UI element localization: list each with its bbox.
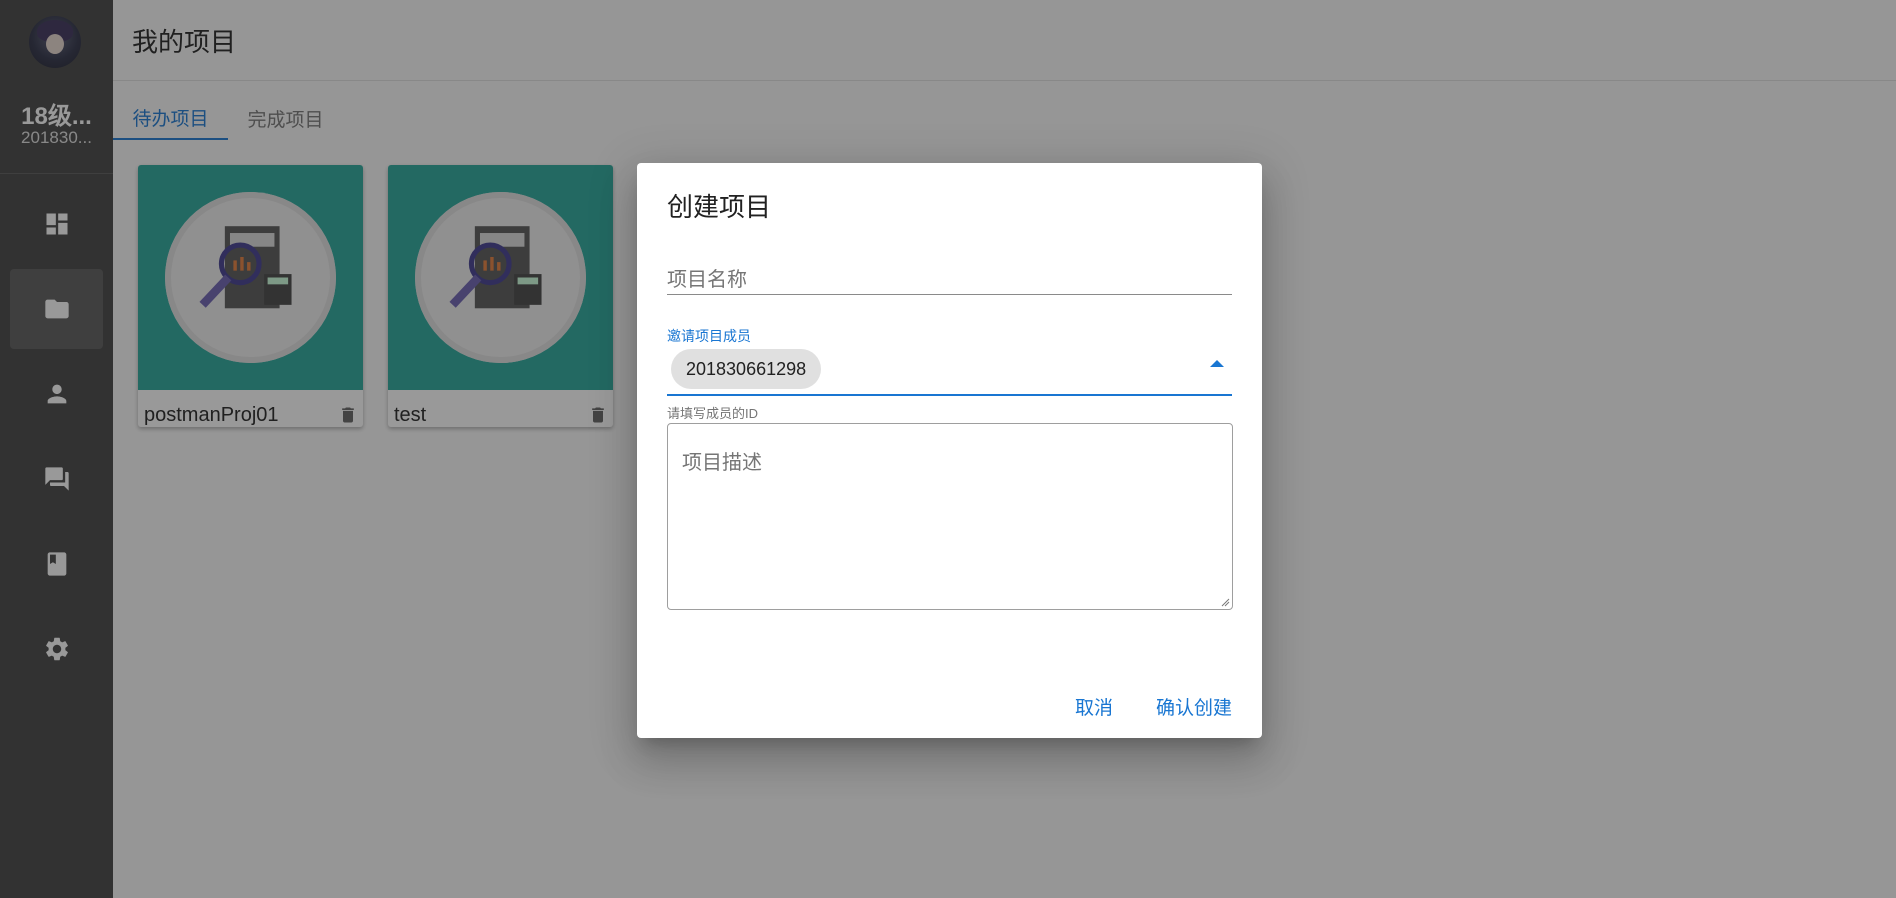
invite-members-label: 邀请项目成员 — [667, 328, 751, 344]
chevron-up-icon[interactable] — [1210, 360, 1224, 367]
project-name-field[interactable]: 项目名称 — [667, 261, 1232, 295]
create-project-dialog: 创建项目 项目名称 邀请项目成员 201830661298 请填写成员的ID 项… — [637, 163, 1262, 738]
member-chip[interactable]: 201830661298 — [671, 349, 822, 389]
project-name-placeholder: 项目名称 — [667, 269, 747, 291]
dialog-title: 创建项目 — [667, 192, 772, 222]
members-hint: 请填写成员的ID — [667, 406, 759, 421]
resize-handle-icon[interactable] — [1220, 597, 1230, 607]
project-description-textarea[interactable]: 项目描述 — [667, 423, 1233, 610]
cancel-button[interactable]: 取消 — [1075, 693, 1113, 720]
confirm-create-button[interactable]: 确认创建 — [1156, 693, 1232, 720]
description-placeholder: 项目描述 — [682, 452, 762, 474]
invite-members-select[interactable]: 邀请项目成员 201830661298 — [667, 326, 1232, 396]
